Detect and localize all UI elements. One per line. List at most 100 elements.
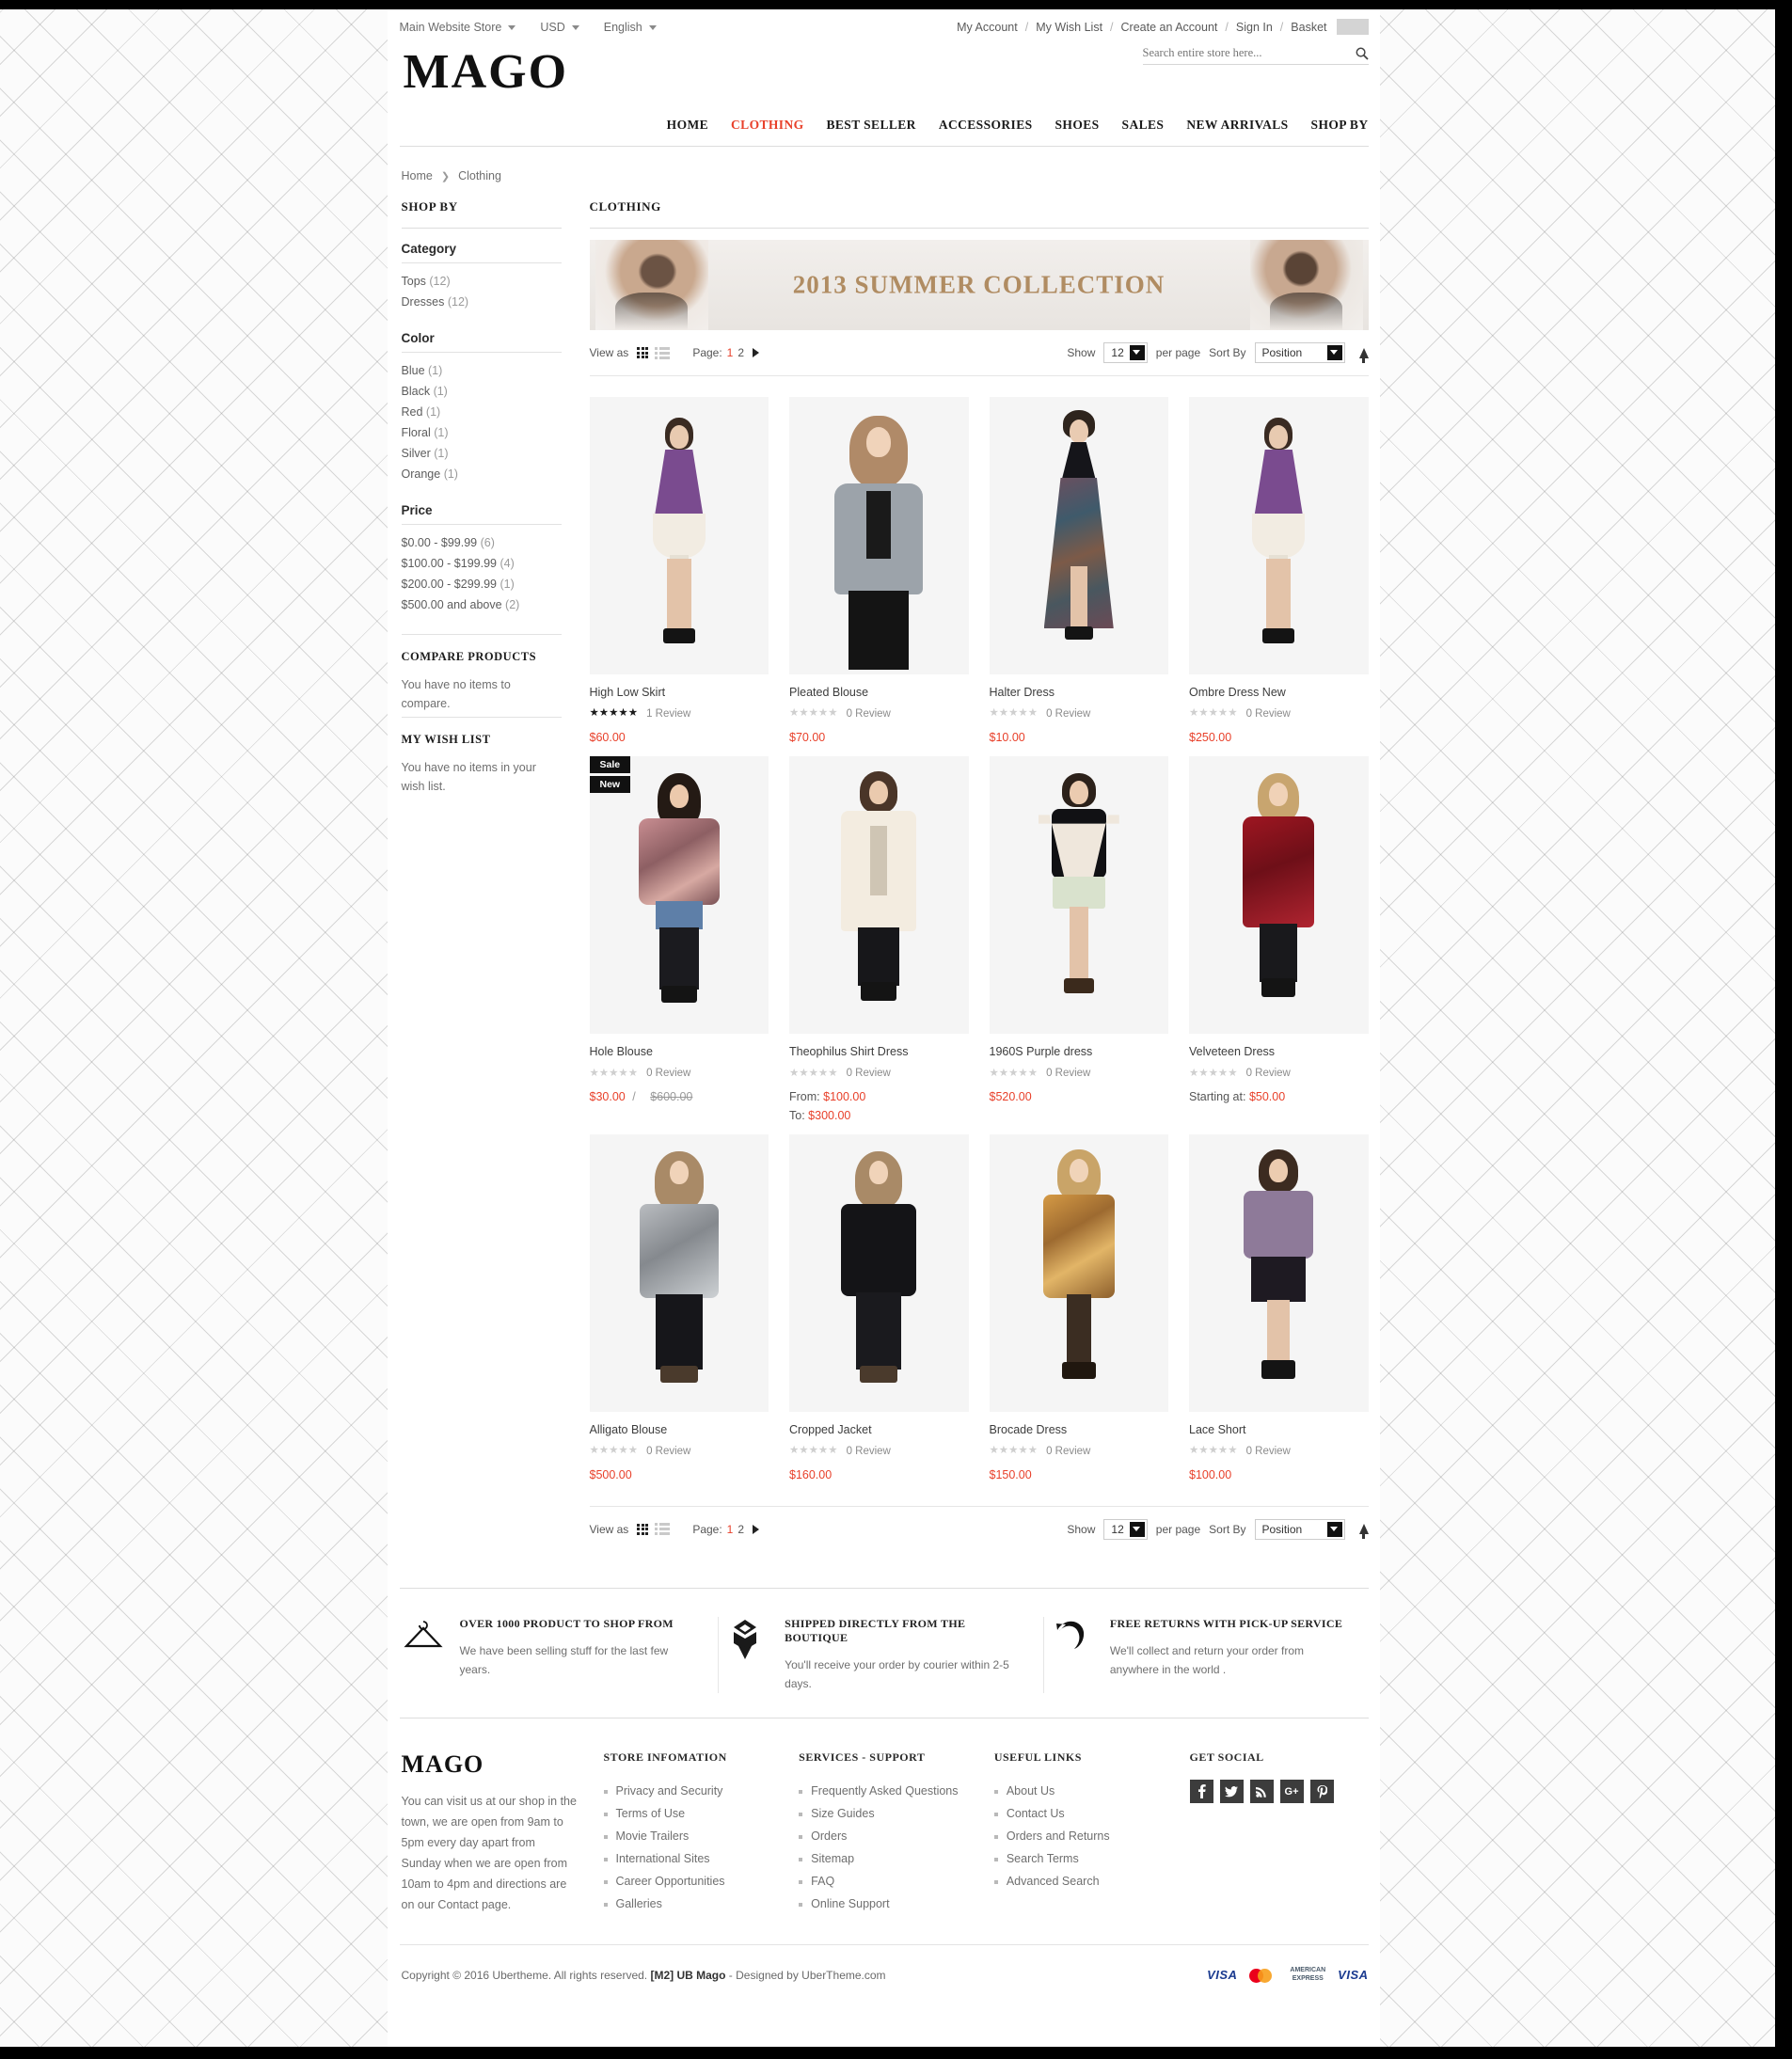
nav-item-best-seller[interactable]: BEST SELLER [827,118,916,133]
star-rating-icon[interactable]: ★★★★★ [789,708,838,720]
language-switcher[interactable]: English [604,21,657,34]
product-name[interactable]: Hole Blouse [590,1045,769,1058]
twitter-icon[interactable] [1219,1780,1244,1804]
nav-item-shoes[interactable]: SHOES [1055,118,1100,133]
footer-link-size-guides[interactable]: Size Guides [799,1802,981,1825]
product-image[interactable]: Sale New [589,756,769,1035]
footer-link-online-support[interactable]: Online Support [799,1893,981,1915]
sort-direction-icon[interactable] [1358,347,1369,363]
footer-link-movie-trailers[interactable]: Movie Trailers [603,1825,786,1847]
footer-link-terms-of-use[interactable]: Terms of Use [603,1802,786,1825]
footer-link-contact-us[interactable]: Contact Us [993,1802,1177,1825]
review-count[interactable]: 0 Review [646,1446,690,1457]
review-count[interactable]: 0 Review [1246,708,1291,720]
per-page-select[interactable]: 12 [1103,342,1148,363]
product-name[interactable]: Velveteen Dress [1189,1045,1369,1058]
google-plus-icon[interactable]: G+ [1279,1780,1304,1804]
footer-link-orders-and-returns[interactable]: Orders and Returns [993,1825,1177,1847]
star-rating-icon[interactable]: ★★★★★ [789,1068,838,1080]
review-count[interactable]: 0 Review [646,1068,690,1079]
next-page-icon[interactable] [753,348,760,357]
basket-link[interactable]: Basket [1291,21,1326,34]
sort-by-select[interactable]: Position [1254,342,1345,363]
product-name[interactable]: Cropped Jacket [789,1423,969,1436]
page-1[interactable]: 1 [727,1523,734,1536]
product-image[interactable] [989,756,1168,1035]
star-rating-icon[interactable]: ★★★★★ [1189,1446,1238,1457]
review-count[interactable]: 0 Review [847,1068,891,1079]
footer-link-faq-full[interactable]: Frequently Asked Questions [799,1780,981,1802]
product-image[interactable] [789,397,969,674]
my-wish-list-link[interactable]: My Wish List [1036,21,1102,34]
nav-item-clothing[interactable]: CLOTHING [731,118,803,133]
per-page-select[interactable]: 12 [1103,1518,1148,1540]
review-count[interactable]: 0 Review [1246,1446,1291,1457]
sort-direction-icon[interactable] [1358,1524,1369,1539]
product-image[interactable] [789,1134,969,1413]
product-image[interactable] [989,397,1168,674]
product-image[interactable] [1189,756,1369,1035]
facebook-icon[interactable] [1189,1780,1213,1804]
site-logo[interactable]: MAGO [400,39,569,97]
review-count[interactable]: 1 Review [646,708,690,720]
rss-icon[interactable] [1249,1780,1274,1804]
filter-item-dresses[interactable]: Dresses (12) [402,292,562,312]
review-count[interactable]: 0 Review [847,708,891,720]
star-rating-icon[interactable]: ★★★★★ [1189,1068,1238,1080]
product-name[interactable]: Pleated Blouse [789,686,969,699]
my-account-link[interactable]: My Account [957,21,1018,34]
star-rating-icon[interactable]: ★★★★★ [789,1446,838,1457]
review-count[interactable]: 0 Review [1046,1446,1090,1457]
page-1[interactable]: 1 [727,346,734,359]
nav-item-new-arrivals[interactable]: NEW ARRIVALS [1186,118,1288,133]
product-name[interactable]: 1960S Purple dress [990,1045,1169,1058]
star-rating-icon[interactable]: ★★★★★ [1189,708,1238,720]
footer-link-career-opportunities[interactable]: Career Opportunities [603,1870,786,1893]
filter-item-black[interactable]: Black (1) [402,381,562,402]
star-rating-icon[interactable]: ★★★★★ [990,1446,1039,1457]
footer-link-faq[interactable]: FAQ [799,1870,981,1893]
footer-link-privacy-and-security[interactable]: Privacy and Security [603,1780,786,1802]
review-count[interactable]: 0 Review [847,1446,891,1457]
star-rating-icon[interactable]: ★★★★★ [590,708,639,720]
footer-link-sitemap[interactable]: Sitemap [799,1847,981,1870]
star-rating-icon[interactable]: ★★★★★ [590,1446,639,1457]
footer-logo[interactable]: MAGO [402,1750,578,1779]
grid-view-icon[interactable] [637,1523,649,1535]
filter-item-blue[interactable]: Blue (1) [402,360,562,381]
filter-item-silver[interactable]: Silver (1) [402,443,562,464]
star-rating-icon[interactable]: ★★★★★ [590,1068,639,1080]
product-image[interactable] [789,756,969,1035]
nav-item-accessories[interactable]: ACCESSORIES [939,118,1033,133]
search-icon[interactable] [1356,47,1369,60]
filter-item-orange[interactable]: Orange (1) [402,464,562,484]
pinterest-icon[interactable] [1309,1780,1334,1804]
filter-item-floral[interactable]: Floral (1) [402,422,562,443]
star-rating-icon[interactable]: ★★★★★ [990,708,1039,720]
filter-item-price-100-199[interactable]: $100.00 - $199.99 (4) [402,553,562,574]
product-image[interactable] [1189,1134,1369,1413]
product-image[interactable] [589,1134,769,1413]
create-account-link[interactable]: Create an Account [1121,21,1218,34]
filter-item-price-500-above[interactable]: $500.00 and above (2) [402,594,562,615]
breadcrumb-home[interactable]: Home [402,169,433,182]
footer-link-search-terms[interactable]: Search Terms [993,1847,1177,1870]
footer-link-orders[interactable]: Orders [799,1825,981,1847]
product-image[interactable] [589,397,769,674]
store-switcher[interactable]: Main Website Store [400,21,516,34]
review-count[interactable]: 0 Review [1246,1068,1291,1079]
currency-switcher[interactable]: USD [540,21,579,34]
nav-item-sales[interactable]: SALES [1122,118,1165,133]
category-banner[interactable]: 2013 SUMMER COLLECTION [589,240,1369,330]
footer-link-international-sites[interactable]: International Sites [603,1847,786,1870]
page-2[interactable]: 2 [737,346,744,359]
product-name[interactable]: Halter Dress [990,686,1169,699]
product-name[interactable]: Theophilus Shirt Dress [789,1045,969,1058]
list-view-icon[interactable] [655,1523,670,1535]
sort-by-select[interactable]: Position [1254,1518,1345,1540]
filter-item-tops[interactable]: Tops (12) [402,271,562,292]
product-name[interactable]: Brocade Dress [990,1423,1169,1436]
nav-item-home[interactable]: HOME [667,118,708,133]
review-count[interactable]: 0 Review [1046,1068,1090,1079]
filter-item-price-200-299[interactable]: $200.00 - $299.99 (1) [402,574,562,594]
